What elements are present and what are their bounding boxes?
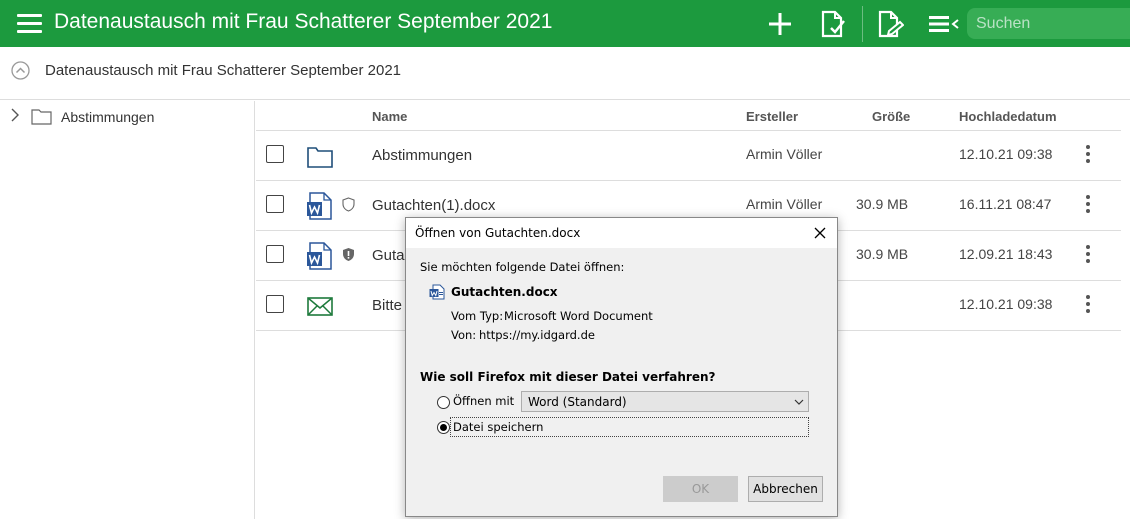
row-checkbox[interactable]	[266, 295, 284, 313]
open-with-radio[interactable]	[437, 396, 450, 409]
save-file-label[interactable]: Datei speichern	[453, 420, 543, 434]
open-file-dialog: Öffnen von Gutachten.docx Sie möchten fo…	[405, 217, 838, 517]
dialog-filename: Gutachten.docx	[451, 285, 558, 299]
add-icon[interactable]	[766, 10, 794, 38]
breadcrumb-text: Datenaustausch mit Frau Schatterer Septe…	[45, 62, 402, 79]
close-icon[interactable]	[809, 222, 831, 244]
dialog-type-label: Vom Typ:	[451, 309, 504, 323]
breadcrumb: Datenaustausch mit Frau Schatterer Septe…	[0, 47, 1130, 100]
dialog-from-label: Von:	[451, 328, 477, 342]
file-date: 12.09.21 18:43	[959, 246, 1053, 262]
row-checkbox[interactable]	[266, 245, 284, 263]
column-header-name[interactable]: Name	[372, 109, 407, 124]
table-row[interactable]: Abstimmungen Armin Völler 12.10.21 09:38	[256, 131, 1121, 181]
dialog-from-value: https://my.idgard.de	[479, 328, 595, 342]
column-header-date[interactable]: Hochladedatum	[959, 109, 1057, 124]
top-bar: Datenaustausch mit Frau Schatterer Septe…	[0, 0, 1130, 47]
chevron-right-icon[interactable]	[9, 108, 21, 122]
mail-icon	[307, 297, 333, 316]
open-with-label[interactable]: Öffnen mit	[453, 394, 514, 408]
folder-icon	[307, 147, 333, 168]
file-name[interactable]: Gutachten(1).docx	[372, 197, 495, 214]
file-size: 30.9 MB	[856, 246, 909, 262]
column-header-creator[interactable]: Ersteller	[746, 109, 798, 124]
menu-icon[interactable]	[17, 14, 42, 33]
dialog-titlebar[interactable]: Öffnen von Gutachten.docx	[406, 218, 837, 248]
chevron-up-circle-icon[interactable]	[11, 61, 30, 80]
ok-button[interactable]: OK	[663, 476, 738, 502]
table-header: Name Ersteller Größe Hochladedatum	[256, 101, 1121, 131]
toolbar-divider	[862, 6, 863, 42]
row-checkbox[interactable]	[266, 145, 284, 163]
row-checkbox[interactable]	[266, 195, 284, 213]
more-vert-icon[interactable]	[1084, 145, 1092, 165]
shield-outline-icon	[342, 197, 355, 212]
dialog-intro: Sie möchten folgende Datei öffnen:	[420, 260, 625, 274]
dialog-title: Öffnen von Gutachten.docx	[415, 226, 581, 240]
folder-icon	[31, 109, 52, 125]
shield-filled-icon	[343, 248, 354, 261]
file-name[interactable]: Guta	[372, 247, 405, 264]
column-header-size[interactable]: Größe	[872, 109, 910, 124]
save-file-radio[interactable]	[437, 421, 450, 434]
file-date: 16.11.21 08:47	[959, 196, 1052, 212]
file-creator: Armin Völler	[746, 196, 823, 212]
file-name[interactable]: Bitte	[372, 297, 402, 314]
file-sign-icon[interactable]	[876, 10, 904, 38]
word-document-icon	[307, 192, 332, 220]
file-date: 12.10.21 09:38	[959, 146, 1053, 162]
list-menu-icon[interactable]	[928, 10, 962, 38]
folder-tree: Abstimmungen	[0, 101, 255, 519]
tree-item-abstimmungen[interactable]: Abstimmungen	[0, 101, 254, 131]
open-with-select[interactable]: Word (Standard)	[521, 391, 809, 412]
file-check-icon[interactable]	[818, 10, 846, 38]
cancel-button[interactable]: Abbrechen	[748, 476, 823, 502]
file-name[interactable]: Abstimmungen	[372, 147, 472, 164]
word-document-icon	[307, 242, 332, 270]
search-input[interactable]	[967, 8, 1130, 39]
dialog-question: Wie soll Firefox mit dieser Datei verfah…	[420, 370, 716, 384]
word-document-icon	[429, 284, 445, 300]
file-date: 12.10.21 09:38	[959, 296, 1053, 312]
chevron-down-icon	[794, 399, 804, 405]
file-creator: Armin Völler	[746, 146, 823, 162]
more-vert-icon[interactable]	[1084, 245, 1092, 265]
more-vert-icon[interactable]	[1084, 295, 1092, 315]
more-vert-icon[interactable]	[1084, 195, 1092, 215]
dialog-type-value: Microsoft Word Document	[504, 309, 653, 323]
tree-item-label: Abstimmungen	[61, 109, 155, 125]
open-with-value: Word (Standard)	[528, 395, 627, 409]
file-size: 30.9 MB	[856, 196, 909, 212]
page-title: Datenaustausch mit Frau Schatterer Septe…	[54, 10, 553, 33]
